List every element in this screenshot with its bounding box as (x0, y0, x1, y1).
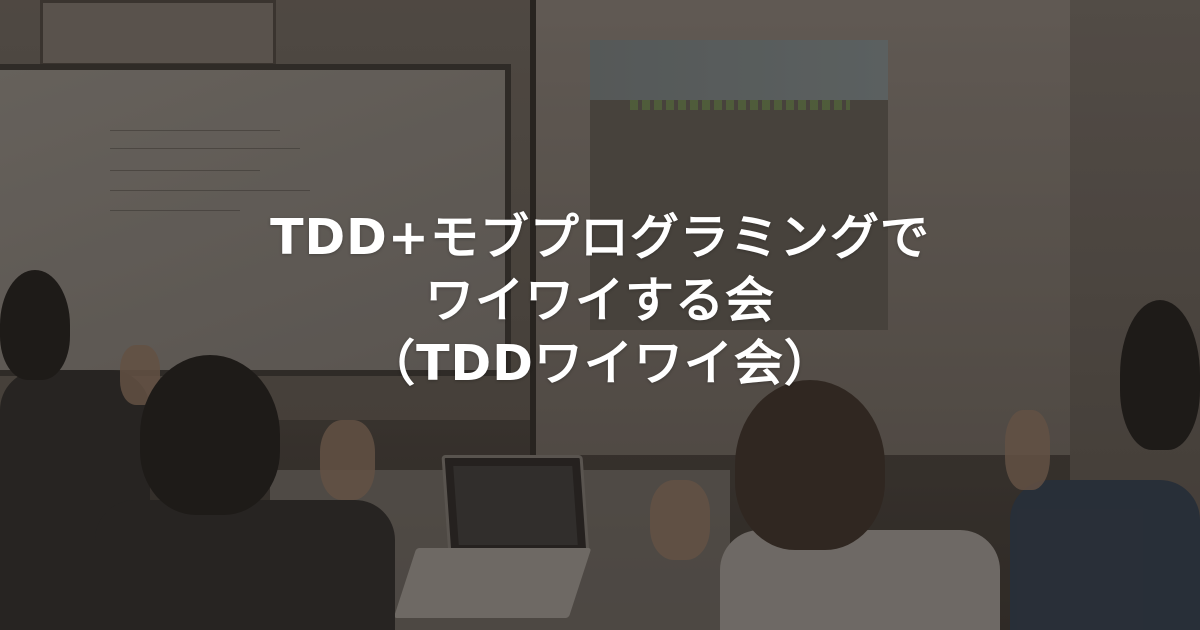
title-line-1: TDD+モブプログラミングで (270, 209, 930, 266)
event-banner: TDD+モブプログラミングで ワイワイする会 （TDDワイワイ会） (0, 0, 1200, 630)
event-title: TDD+モブプログラミングで ワイワイする会 （TDDワイワイ会） (0, 206, 1200, 395)
title-line-2: ワイワイする会 (424, 272, 775, 329)
title-line-3: （TDDワイワイ会） (366, 335, 834, 392)
